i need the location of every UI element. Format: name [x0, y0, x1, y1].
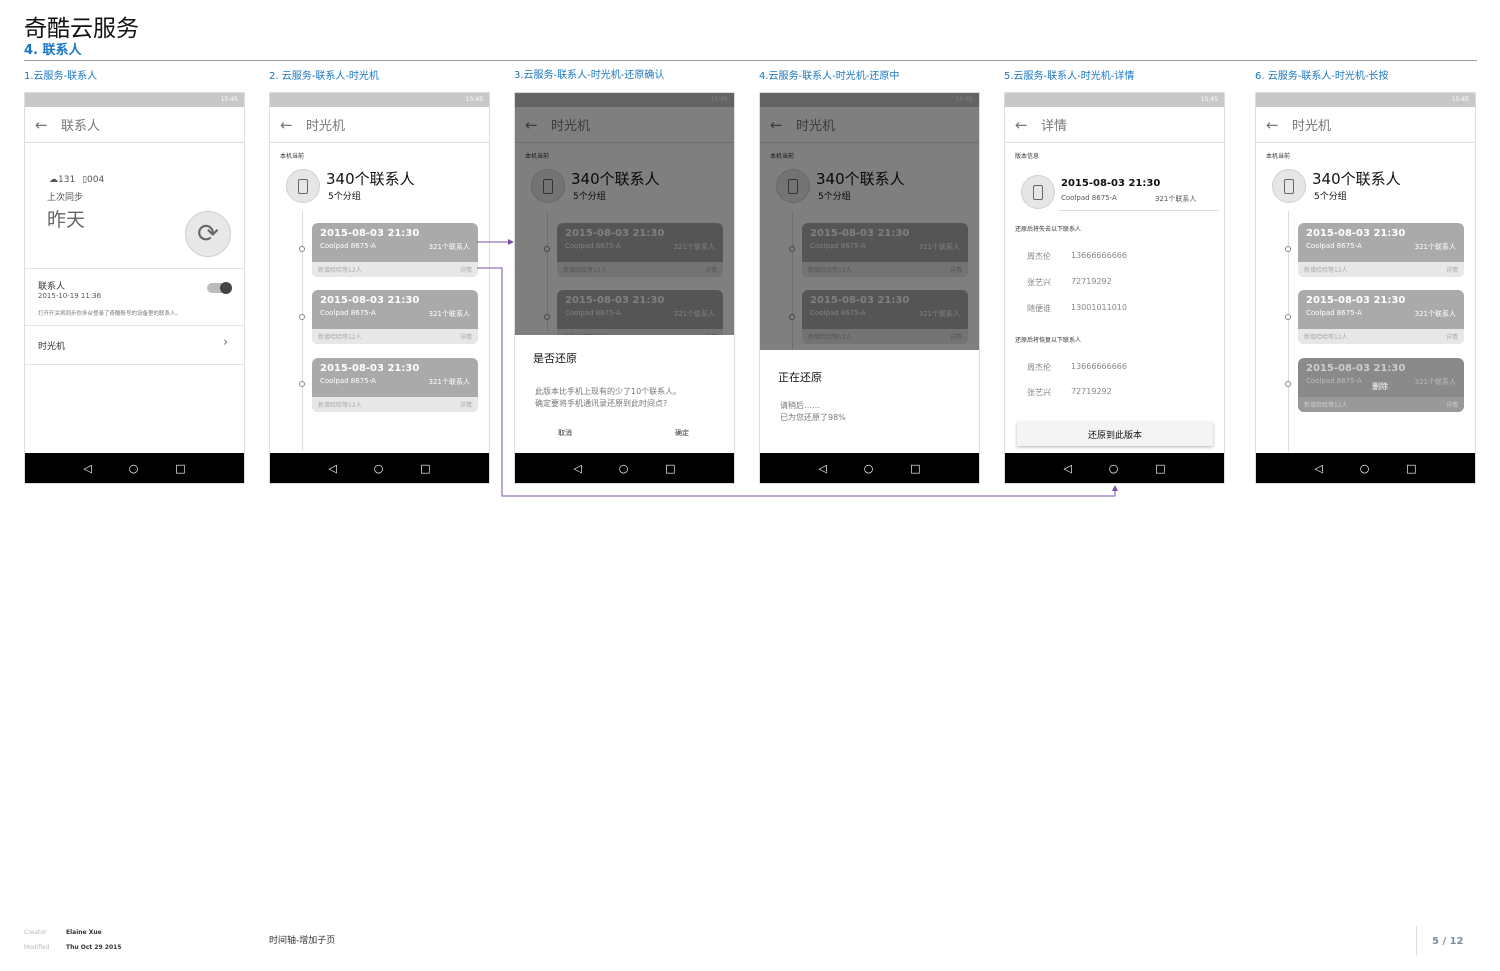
- arrowhead: [1112, 485, 1118, 491]
- page-number: 5 / 12: [1432, 936, 1464, 947]
- arrowhead: [508, 239, 514, 245]
- creator-label: Creator: [24, 929, 47, 936]
- flow-connectors: [477, 239, 1118, 497]
- modified-label: Modified: [24, 944, 50, 951]
- page-subject: 时间轴-增加子页: [269, 936, 336, 946]
- modified-date: Thu Oct 29 2015: [66, 944, 122, 951]
- connector-to-details: [477, 267, 1116, 497]
- footer-divider: [1416, 926, 1417, 956]
- creator-name: Elaine Xue: [66, 929, 102, 936]
